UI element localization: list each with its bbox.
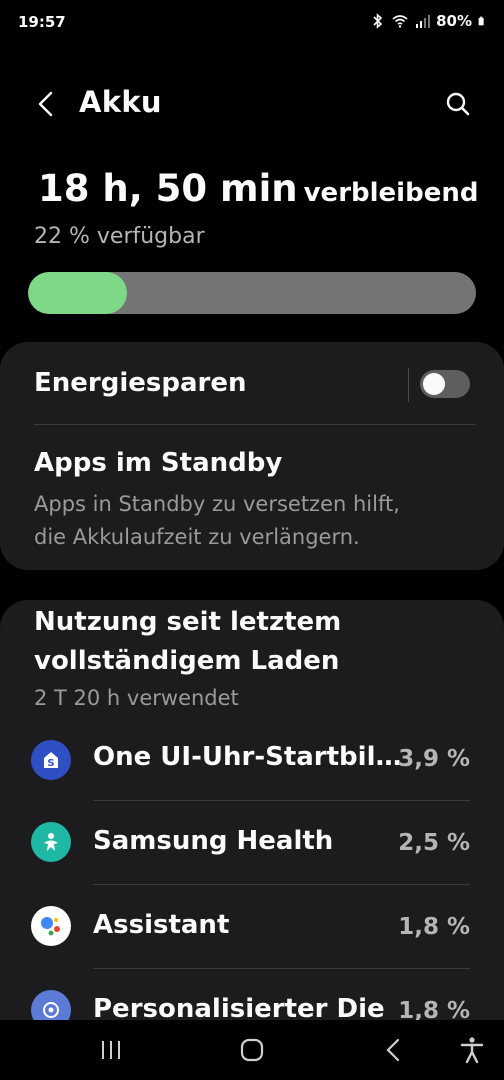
settings-card: Energiesparen Apps im Standby Apps in St… bbox=[0, 342, 504, 570]
chevron-left-icon bbox=[38, 91, 53, 117]
usage-subtitle: 2 T 20 h verwendet bbox=[34, 686, 239, 710]
recents-icon bbox=[102, 1041, 120, 1059]
wifi-icon bbox=[392, 15, 408, 28]
accessibility-icon bbox=[460, 1037, 484, 1064]
bluetooth-icon bbox=[373, 13, 383, 29]
recents-button[interactable] bbox=[91, 1032, 131, 1068]
usage-title-line1: Nutzung seit letztem bbox=[34, 607, 342, 637]
power-saving-label[interactable]: Energiesparen bbox=[34, 368, 246, 398]
search-button[interactable] bbox=[440, 86, 476, 122]
power-saving-toggle[interactable] bbox=[420, 370, 470, 398]
remaining-time-value: 18 h, 50 min bbox=[38, 167, 298, 210]
back-button[interactable] bbox=[28, 86, 64, 122]
home-button[interactable] bbox=[232, 1032, 272, 1068]
toggle-divider bbox=[408, 368, 409, 402]
toggle-knob bbox=[423, 373, 445, 395]
battery-level-fill bbox=[28, 272, 127, 314]
navigation-bar bbox=[0, 1020, 504, 1080]
apps-standby-title: Apps im Standby bbox=[34, 448, 283, 478]
page-title: Akku bbox=[79, 85, 162, 119]
nav-back-button[interactable] bbox=[373, 1032, 413, 1068]
battery-level-bar bbox=[28, 272, 476, 314]
usage-title-line2: vollständigem Laden bbox=[34, 646, 340, 676]
search-icon bbox=[446, 92, 470, 116]
accessibility-button[interactable] bbox=[452, 1032, 492, 1068]
battery-percent: 80% bbox=[436, 12, 472, 30]
app-bar: Akku bbox=[0, 78, 504, 130]
apps-standby-description: Apps in Standby zu versetzen hilft, die … bbox=[34, 488, 400, 554]
remaining-time-suffix: verbleibend bbox=[303, 178, 479, 208]
apps-standby-desc-line2: die Akkulaufzeit zu verlängern. bbox=[34, 525, 360, 549]
status-time: 19:57 bbox=[18, 13, 66, 31]
back-icon bbox=[386, 1038, 400, 1062]
remaining-time: 18 h, 50 min verbleibend bbox=[38, 167, 478, 210]
home-icon bbox=[240, 1038, 264, 1062]
battery-icon bbox=[478, 16, 484, 26]
divider bbox=[34, 424, 476, 425]
signal-icon bbox=[416, 15, 431, 28]
apps-standby-desc-line1: Apps in Standby zu versetzen hilft, bbox=[34, 492, 400, 516]
status-icons: 80% bbox=[370, 12, 488, 30]
status-bar: 19:57 80% bbox=[0, 0, 504, 44]
available-percent: 22 % verfügbar bbox=[34, 224, 205, 249]
usage-title: Nutzung seit letztem vollständigem Laden bbox=[34, 603, 474, 681]
